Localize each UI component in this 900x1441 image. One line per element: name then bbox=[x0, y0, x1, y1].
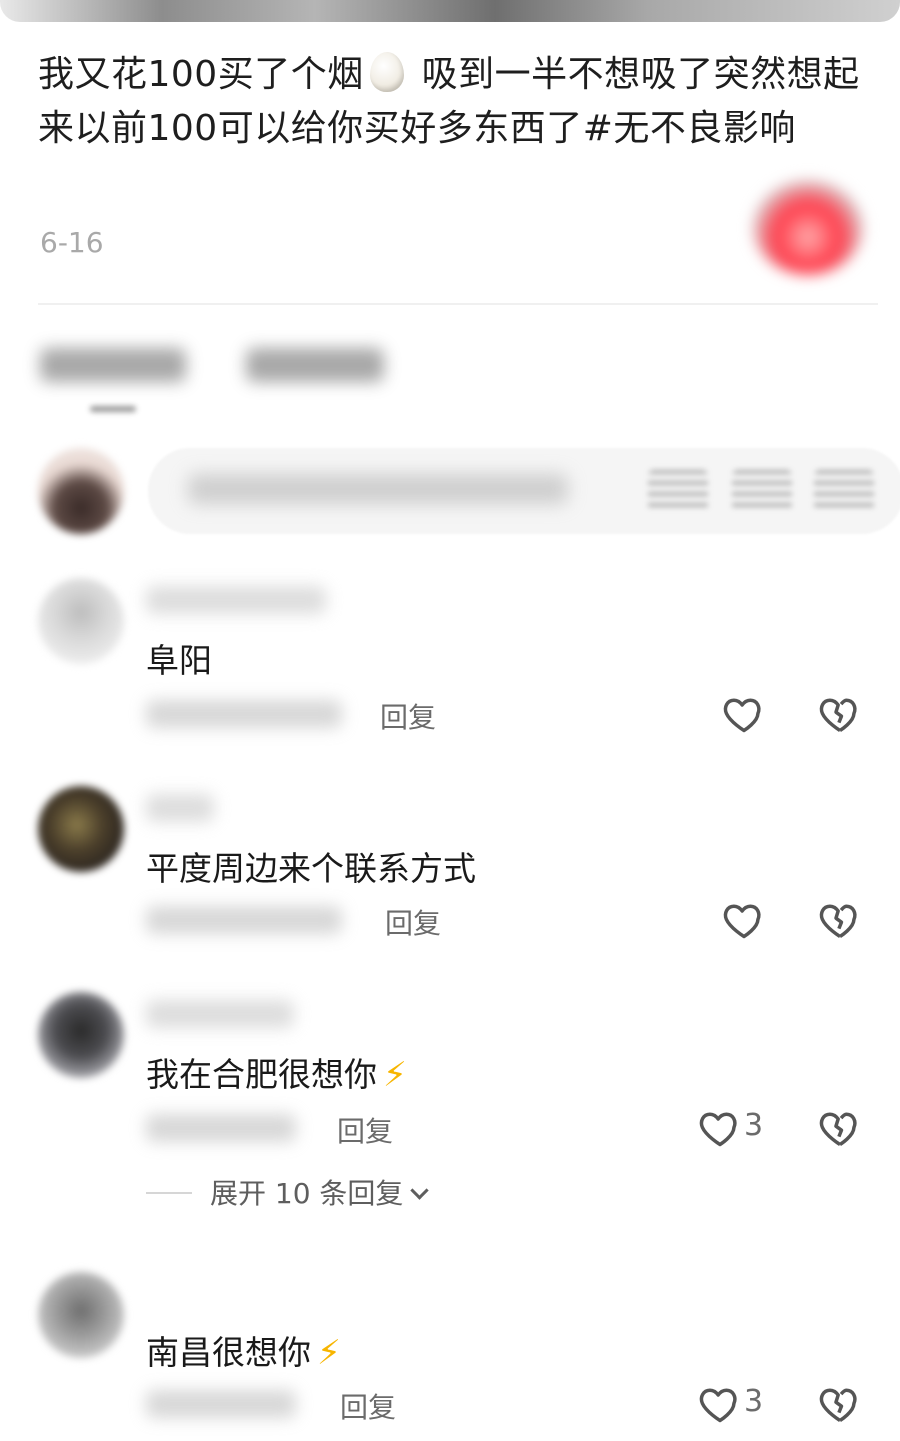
username[interactable] bbox=[146, 1000, 294, 1028]
like-count: 3 bbox=[744, 1108, 764, 1143]
chevron-down-icon bbox=[410, 1181, 430, 1200]
lightning-icon: ⚡ bbox=[317, 1333, 341, 1373]
comment-text: 平度周边来个联系方式 bbox=[146, 842, 476, 890]
comment-meta bbox=[146, 700, 342, 728]
expand-replies-text: 展开 10 条回复 bbox=[210, 1177, 404, 1210]
mention-icon[interactable] bbox=[814, 470, 874, 510]
dislike-button[interactable] bbox=[818, 898, 862, 942]
comment-text-body: 我在合肥很想你 bbox=[146, 1055, 377, 1094]
comment-meta bbox=[146, 1114, 296, 1142]
username[interactable] bbox=[146, 794, 214, 822]
dislike-button[interactable] bbox=[818, 1382, 862, 1426]
comment-input-placeholder bbox=[188, 474, 568, 504]
emoji-icon[interactable] bbox=[648, 470, 708, 510]
music-disc-cover bbox=[753, 180, 863, 275]
expand-line bbox=[146, 1192, 192, 1194]
expand-replies-label: 展开 10 条回复 bbox=[210, 1172, 430, 1212]
comment-text: 我在合肥很想你 ⚡ bbox=[146, 1048, 407, 1096]
dislike-button[interactable] bbox=[818, 692, 862, 736]
heart-icon bbox=[723, 698, 761, 733]
comment-text: 阜阳 bbox=[146, 634, 212, 682]
like-count: 3 bbox=[744, 1384, 764, 1419]
comment-text-body: 南昌很想你 bbox=[146, 1333, 311, 1372]
post-image-edge bbox=[0, 0, 900, 22]
broken-heart-icon bbox=[819, 1388, 857, 1422]
heart-icon bbox=[723, 904, 761, 939]
comment-composer bbox=[38, 446, 900, 536]
avatar[interactable] bbox=[38, 448, 124, 534]
avatar[interactable] bbox=[38, 578, 124, 664]
reply-button[interactable]: 回复 bbox=[337, 1110, 393, 1150]
comment-meta bbox=[146, 1390, 296, 1418]
tab-sort[interactable] bbox=[246, 348, 384, 382]
broken-heart-icon bbox=[819, 698, 857, 732]
reply-button[interactable]: 回复 bbox=[385, 902, 441, 942]
comment-text-body: 平度周边来个联系方式 bbox=[146, 849, 476, 888]
post-caption: 我又花100买了个烟 吸到一半不想吸了突然想起来以前100可以给你买好多东西了#… bbox=[38, 48, 868, 156]
divider bbox=[38, 303, 878, 305]
broken-heart-icon bbox=[819, 904, 857, 938]
top-photo-edge bbox=[0, 0, 900, 24]
like-button[interactable] bbox=[722, 692, 802, 740]
avatar[interactable] bbox=[38, 1272, 124, 1358]
lightning-icon: ⚡ bbox=[383, 1055, 407, 1095]
tab-comments[interactable] bbox=[40, 348, 186, 382]
username[interactable] bbox=[146, 586, 326, 614]
reply-button[interactable]: 回复 bbox=[340, 1386, 396, 1426]
like-button[interactable]: 3 bbox=[698, 1106, 778, 1154]
image-icon[interactable] bbox=[732, 470, 792, 510]
comment-text-body: 阜阳 bbox=[146, 641, 212, 680]
dislike-button[interactable] bbox=[818, 1106, 862, 1150]
comment-meta bbox=[146, 906, 342, 934]
heart-icon bbox=[699, 1388, 737, 1423]
post-caption-part1: 我又花100买了个烟 bbox=[38, 54, 364, 95]
egg-icon bbox=[369, 52, 404, 92]
heart-icon bbox=[699, 1112, 737, 1147]
avatar[interactable] bbox=[38, 992, 124, 1078]
music-disc-icon[interactable] bbox=[728, 165, 878, 305]
broken-heart-icon bbox=[819, 1112, 857, 1146]
avatar[interactable] bbox=[38, 786, 124, 872]
reply-button[interactable]: 回复 bbox=[380, 696, 436, 736]
like-button[interactable] bbox=[722, 898, 802, 946]
like-button[interactable]: 3 bbox=[698, 1382, 778, 1430]
post-date: 6-16 bbox=[40, 226, 104, 259]
tab-indicator bbox=[90, 406, 136, 412]
comment-text: 南昌很想你 ⚡ bbox=[146, 1326, 341, 1374]
